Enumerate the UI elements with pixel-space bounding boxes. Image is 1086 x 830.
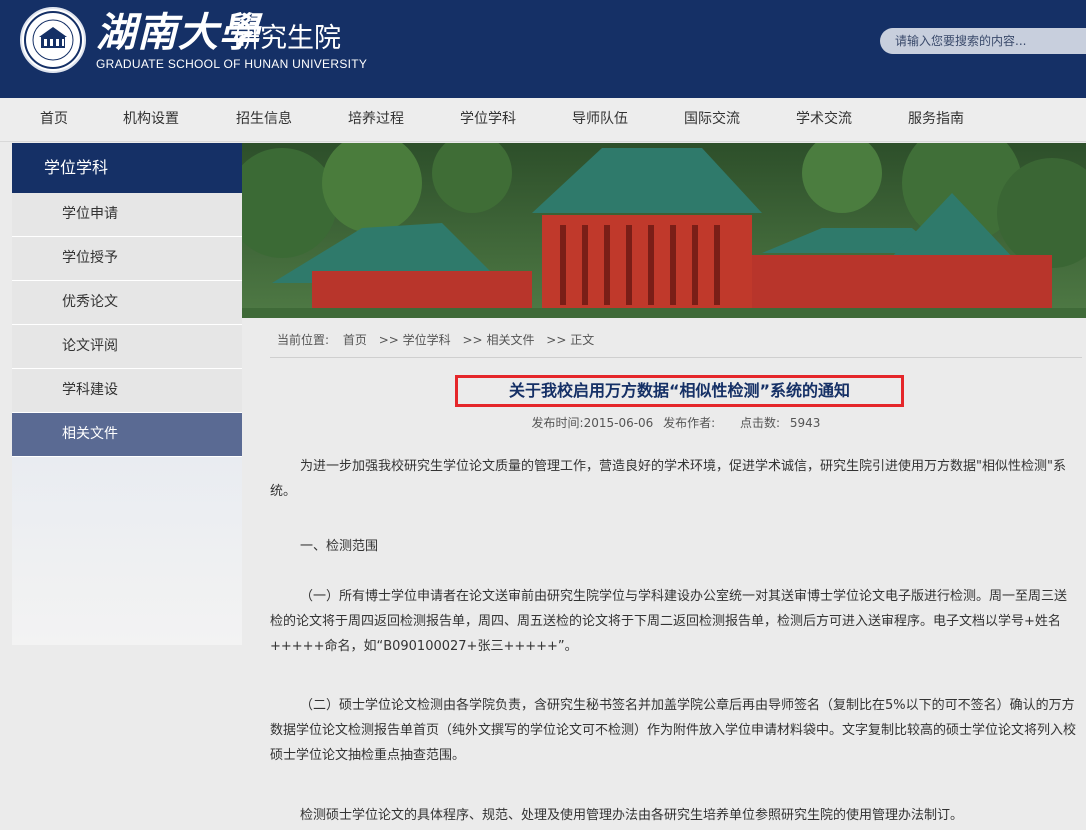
publish-date-label: 发布时间: bbox=[531, 416, 584, 430]
nav-item-international[interactable]: 国际交流 bbox=[684, 98, 740, 141]
author-label: 发布作者: bbox=[663, 416, 716, 430]
search-input[interactable] bbox=[880, 28, 1086, 54]
breadcrumb-separator: >> bbox=[462, 333, 483, 347]
breadcrumb-prefix: 当前位置: bbox=[277, 333, 330, 347]
university-seal-logo[interactable] bbox=[20, 7, 86, 73]
sidebar-item-degree-conferral[interactable]: 学位授予 bbox=[12, 237, 242, 281]
nav-item-admissions[interactable]: 招生信息 bbox=[236, 98, 292, 141]
article-title: 关于我校启用万方数据“相似性检测”系统的通知 bbox=[508, 381, 851, 400]
sidebar-item-excellent-thesis[interactable]: 优秀论文 bbox=[12, 281, 242, 325]
sidebar-item-related-documents[interactable]: 相关文件 bbox=[12, 413, 242, 457]
views-count: 5943 bbox=[789, 416, 821, 430]
nav-item-home[interactable]: 首页 bbox=[40, 98, 68, 141]
nav-item-supervisors[interactable]: 导师队伍 bbox=[572, 98, 628, 141]
sidebar: 学位学科 学位申请 学位授予 优秀论文 论文评阅 学科建设 相关文件 bbox=[12, 143, 242, 645]
breadcrumb-separator: >> bbox=[378, 333, 399, 347]
article-meta: 发布时间:2015-06-06 发布作者: 点击数: 5943 bbox=[270, 414, 1082, 431]
article-paragraph: 检测硕士学位论文的具体程序、规范、处理及使用管理办法由各研究生培养单位参照研究生… bbox=[300, 808, 964, 823]
nav-item-services[interactable]: 服务指南 bbox=[908, 98, 964, 141]
site-header: 湖南大學 研究生院 GRADUATE SCHOOL OF HUNAN UNIVE… bbox=[0, 0, 1086, 98]
school-name-en: GRADUATE SCHOOL OF HUNAN UNIVERSITY bbox=[96, 57, 368, 71]
nav-item-degrees[interactable]: 学位学科 bbox=[460, 98, 516, 141]
breadcrumb-separator: >> bbox=[546, 333, 567, 347]
nav-item-organization[interactable]: 机构设置 bbox=[123, 98, 179, 141]
breadcrumb-related-documents[interactable]: 相关文件 bbox=[486, 333, 534, 347]
breadcrumb: 当前位置: 首页 >> 学位学科 >> 相关文件 >> 正文 bbox=[277, 331, 594, 348]
article-paragraph: （一）所有博士学位申请者在论文送审前由研究生院学位与学科建设办公室统一对其送审博… bbox=[270, 589, 1068, 654]
sidebar-title: 学位学科 bbox=[12, 143, 242, 193]
sidebar-item-thesis-review[interactable]: 论文评阅 bbox=[12, 325, 242, 369]
breadcrumb-degrees[interactable]: 学位学科 bbox=[403, 333, 451, 347]
breadcrumb-current: 正文 bbox=[570, 333, 595, 347]
views-label: 点击数: bbox=[740, 416, 781, 430]
sidebar-item-degree-application[interactable]: 学位申请 bbox=[12, 193, 242, 237]
main-nav: 首页 机构设置 招生信息 培养过程 学位学科 导师队伍 国际交流 学术交流 服务… bbox=[0, 98, 1086, 142]
article-section-heading: 一、检测范围 bbox=[300, 539, 379, 554]
article-paragraph: 为进一步加强我校研究生学位论文质量的管理工作，营造良好的学术环境，促进学术诚信，… bbox=[270, 459, 1066, 499]
breadcrumb-divider bbox=[270, 357, 1082, 358]
nav-item-training[interactable]: 培养过程 bbox=[348, 98, 404, 141]
school-subtitle: 研究生院 bbox=[233, 23, 341, 54]
nav-item-academic[interactable]: 学术交流 bbox=[796, 98, 852, 141]
sidebar-spacer bbox=[12, 457, 242, 645]
campus-banner-image bbox=[242, 143, 1086, 318]
sidebar-item-discipline-building[interactable]: 学科建设 bbox=[12, 369, 242, 413]
breadcrumb-home[interactable]: 首页 bbox=[343, 333, 367, 347]
publish-date: 2015-06-06 bbox=[583, 416, 654, 430]
article-paragraph: （二）硕士学位论文检测由各学院负责，含研究生秘书签名并加盖学院公章后再由导师签名… bbox=[270, 698, 1077, 763]
